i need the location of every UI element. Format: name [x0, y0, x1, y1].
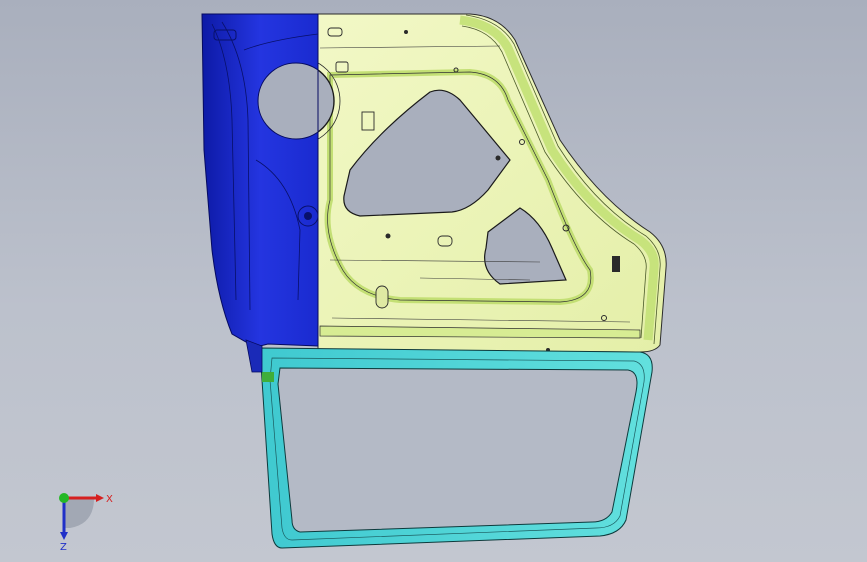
z-axis-arrow [60, 532, 68, 540]
frame-green-tag [262, 372, 274, 382]
triad-shadow [64, 498, 94, 528]
hole-4 [385, 233, 391, 239]
y-axis-point [59, 493, 69, 503]
hinge-side-section[interactable] [201, 13, 319, 347]
cad-viewport[interactable] [0, 0, 867, 562]
hole-1 [495, 155, 501, 161]
window-opening [277, 367, 638, 533]
coordinate-triad: X Z [59, 493, 113, 550]
hole-5 [404, 30, 408, 34]
x-axis-arrow [96, 494, 104, 502]
z-axis-label: Z [60, 542, 67, 550]
window-frame[interactable] [259, 347, 653, 549]
clip-3 [375, 285, 389, 309]
hinge-lower-strip [245, 339, 263, 373]
clip-4 [612, 256, 620, 272]
blue-boss-center [304, 212, 312, 220]
x-axis-label: X [106, 494, 113, 505]
